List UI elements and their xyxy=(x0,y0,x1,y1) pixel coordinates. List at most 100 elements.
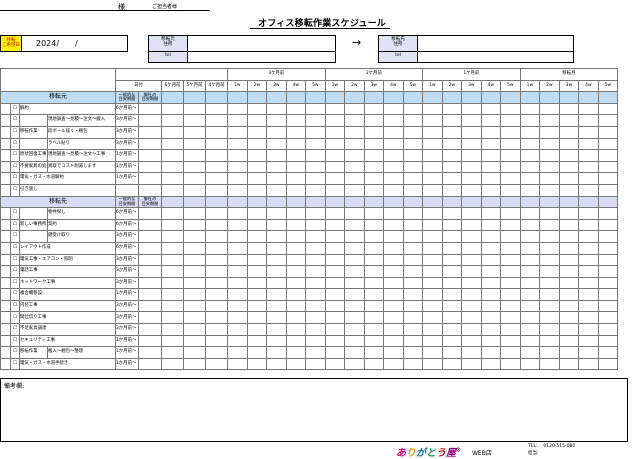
schedule-cell[interactable] xyxy=(344,230,365,243)
schedule-cell[interactable] xyxy=(441,288,463,301)
schedule-cell[interactable] xyxy=(578,137,599,151)
schedule-cell[interactable] xyxy=(183,125,206,139)
schedule-cell[interactable] xyxy=(227,357,248,371)
schedule-cell[interactable] xyxy=(519,218,541,232)
schedule-cell[interactable] xyxy=(363,230,385,243)
schedule-cell[interactable] xyxy=(441,253,463,267)
schedule-cell[interactable] xyxy=(519,323,541,336)
schedule-cell[interactable] xyxy=(558,253,580,267)
schedule-cell[interactable] xyxy=(161,311,184,325)
schedule-cell[interactable] xyxy=(402,253,424,267)
schedule-cell[interactable] xyxy=(558,265,580,278)
schedule-cell[interactable] xyxy=(344,323,365,336)
schedule-cell[interactable] xyxy=(204,160,229,174)
schedule-cell[interactable] xyxy=(461,207,482,220)
schedule-cell[interactable] xyxy=(204,183,229,197)
schedule-cell[interactable] xyxy=(480,323,502,336)
task-checkbox[interactable]: ☐ xyxy=(10,253,20,267)
schedule-cell[interactable] xyxy=(246,114,268,127)
company-period-field[interactable] xyxy=(138,218,162,232)
schedule-cell[interactable] xyxy=(305,253,326,267)
schedule-cell[interactable] xyxy=(285,160,307,174)
schedule-cell[interactable] xyxy=(519,230,541,243)
schedule-cell[interactable] xyxy=(441,114,463,127)
schedule-cell[interactable] xyxy=(461,183,482,197)
schedule-cell[interactable] xyxy=(519,149,541,162)
schedule-cell[interactable] xyxy=(519,334,541,348)
schedule-cell[interactable] xyxy=(344,299,365,313)
schedule-cell[interactable] xyxy=(402,137,424,151)
schedule-cell[interactable] xyxy=(539,288,560,301)
schedule-cell[interactable] xyxy=(305,334,326,348)
schedule-cell[interactable] xyxy=(422,183,443,197)
schedule-cell[interactable] xyxy=(324,299,346,313)
schedule-cell[interactable] xyxy=(285,183,307,197)
schedule-cell[interactable] xyxy=(246,253,268,267)
schedule-cell[interactable] xyxy=(305,114,326,127)
company-period-field[interactable] xyxy=(138,102,162,116)
schedule-cell[interactable] xyxy=(324,311,346,325)
schedule-cell[interactable] xyxy=(324,253,346,267)
schedule-cell[interactable] xyxy=(204,218,229,232)
schedule-cell[interactable] xyxy=(422,265,443,278)
schedule-cell[interactable] xyxy=(344,253,365,267)
schedule-cell[interactable] xyxy=(402,241,424,255)
schedule-cell[interactable] xyxy=(597,102,619,116)
schedule-cell[interactable] xyxy=(461,346,482,359)
schedule-cell[interactable] xyxy=(441,149,463,162)
task-checkbox[interactable]: ☐ xyxy=(10,299,20,313)
schedule-cell[interactable] xyxy=(461,137,482,151)
schedule-cell[interactable] xyxy=(519,346,541,359)
schedule-cell[interactable] xyxy=(402,172,424,185)
schedule-cell[interactable] xyxy=(461,241,482,255)
schedule-cell[interactable] xyxy=(500,230,521,243)
schedule-cell[interactable] xyxy=(539,172,560,185)
schedule-cell[interactable] xyxy=(227,288,248,301)
schedule-cell[interactable] xyxy=(344,288,365,301)
company-period-field[interactable] xyxy=(138,299,162,313)
task-checkbox[interactable]: ☐ xyxy=(10,125,20,139)
schedule-cell[interactable] xyxy=(183,183,206,197)
schedule-cell[interactable] xyxy=(597,241,619,255)
schedule-cell[interactable] xyxy=(402,102,424,116)
schedule-cell[interactable] xyxy=(422,253,443,267)
schedule-cell[interactable] xyxy=(324,230,346,243)
schedule-cell[interactable] xyxy=(500,102,521,116)
schedule-cell[interactable] xyxy=(305,288,326,301)
schedule-cell[interactable] xyxy=(305,149,326,162)
schedule-cell[interactable] xyxy=(246,218,268,232)
schedule-cell[interactable] xyxy=(578,265,599,278)
schedule-cell[interactable] xyxy=(183,102,206,116)
schedule-cell[interactable] xyxy=(227,334,248,348)
schedule-cell[interactable] xyxy=(402,114,424,127)
schedule-cell[interactable] xyxy=(383,137,404,151)
schedule-cell[interactable] xyxy=(461,357,482,371)
schedule-cell[interactable] xyxy=(480,114,502,127)
task-checkbox[interactable]: ☐ xyxy=(10,311,20,325)
schedule-cell[interactable] xyxy=(363,323,385,336)
schedule-cell[interactable] xyxy=(363,241,385,255)
schedule-cell[interactable] xyxy=(227,114,248,127)
schedule-cell[interactable] xyxy=(305,357,326,371)
schedule-cell[interactable] xyxy=(305,137,326,151)
schedule-cell[interactable] xyxy=(578,346,599,359)
schedule-cell[interactable] xyxy=(183,241,206,255)
schedule-cell[interactable] xyxy=(500,172,521,185)
schedule-cell[interactable] xyxy=(422,346,443,359)
schedule-cell[interactable] xyxy=(597,207,619,220)
destination-address-field[interactable] xyxy=(418,36,573,51)
schedule-cell[interactable] xyxy=(383,114,404,127)
schedule-cell[interactable] xyxy=(539,137,560,151)
schedule-cell[interactable] xyxy=(285,218,307,232)
schedule-cell[interactable] xyxy=(383,183,404,197)
schedule-cell[interactable] xyxy=(324,241,346,255)
schedule-cell[interactable] xyxy=(539,334,560,348)
schedule-cell[interactable] xyxy=(422,207,443,220)
schedule-cell[interactable] xyxy=(246,311,268,325)
schedule-cell[interactable] xyxy=(305,346,326,359)
schedule-cell[interactable] xyxy=(204,207,229,220)
schedule-cell[interactable] xyxy=(344,218,365,232)
schedule-cell[interactable] xyxy=(305,160,326,174)
schedule-cell[interactable] xyxy=(324,276,346,290)
schedule-cell[interactable] xyxy=(500,334,521,348)
